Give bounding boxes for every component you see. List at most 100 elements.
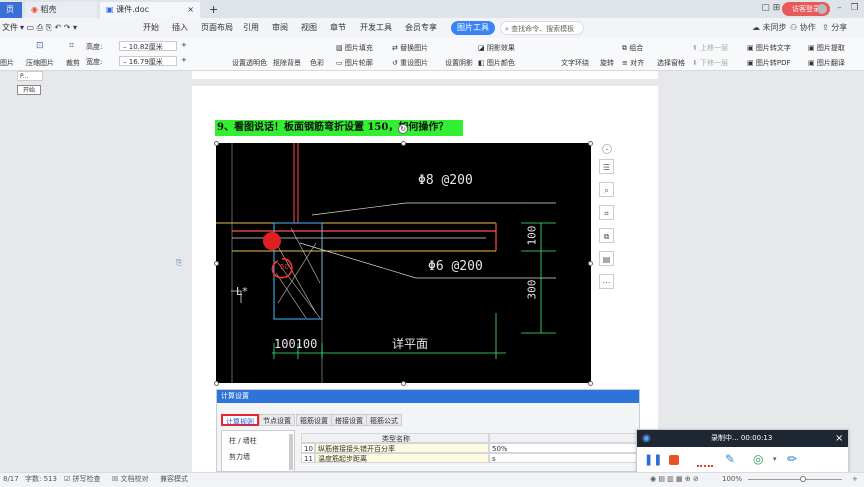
resize-handle-bc[interactable] — [401, 381, 406, 386]
pic-to-text-button[interactable]: ▣ 图片转文字 — [747, 43, 791, 53]
doc-proof-button[interactable]: ☒ 文档校对 — [112, 473, 149, 486]
tab-stirrup-formula[interactable]: 箍筋公式 — [366, 414, 402, 426]
pic-extract-button[interactable]: ▣ 图片提取 — [808, 43, 845, 53]
avatar[interactable] — [817, 4, 827, 14]
extract-text-icon[interactable]: ▤ — [599, 251, 614, 266]
cad-drawing-image[interactable]: Φ8 @200 Φ6 @200 100 300 100100 详平面 L* 50 — [216, 143, 591, 383]
menu-home[interactable]: 开始 — [143, 18, 159, 38]
send-backward-button[interactable]: ⬇ 下移一层 — [692, 58, 728, 68]
width-spinner[interactable]: – 16.79厘米 — [119, 56, 177, 66]
view-mode-icons[interactable]: ◉ ▤ ▥ ▦ ⊕ ⊘ — [650, 473, 699, 486]
command-search-input[interactable]: ⌕ 查找命令、搜索模板 — [500, 21, 584, 35]
menu-picture-tools[interactable]: 图片工具 — [451, 21, 495, 35]
zoom-in-icon[interactable]: + — [852, 473, 858, 486]
menu-references[interactable]: 引用 — [243, 18, 259, 38]
row-value[interactable]: s — [489, 453, 639, 463]
zoom-slider-thumb[interactable] — [800, 476, 806, 482]
minimize-icon[interactable]: – — [834, 3, 845, 14]
rotate-handle-icon[interactable]: ↻ — [398, 124, 408, 134]
menu-vip[interactable]: 会员专享 — [405, 18, 437, 38]
close-tab-icon[interactable]: × — [187, 2, 194, 18]
tab-node-settings[interactable]: 节点设置 — [259, 414, 295, 426]
set-shadow-button[interactable]: 设置阴影 — [445, 58, 473, 68]
bring-forward-button[interactable]: ⬆ 上移一层 — [692, 43, 728, 53]
picture-outline-button[interactable]: ▭ 图片轮廓 — [336, 58, 373, 68]
resize-handle-tl[interactable] — [214, 141, 219, 146]
menu-view[interactable]: 视图 — [301, 18, 317, 38]
more-options-icon[interactable]: ⋯ — [599, 274, 614, 289]
question-heading[interactable]: 9、看图说话！板面钢筋弯折设置 150，如何操作？ — [215, 120, 463, 136]
tab-home[interactable]: 页 — [0, 2, 22, 18]
rotate-button[interactable]: 旋转 — [600, 58, 614, 68]
resize-handle-ml[interactable] — [214, 261, 219, 266]
new-tab-button[interactable]: + — [203, 2, 218, 18]
tab-docer[interactable]: ◉ 稻壳 — [25, 2, 97, 18]
height-input[interactable]: – 10.82厘米 — [119, 41, 177, 51]
resize-handle-br[interactable] — [588, 381, 593, 386]
pause-icon[interactable]: ❚❚ — [644, 454, 662, 466]
open-icon[interactable]: ▾ ▭ ⎙ ⎘ ↶ ↷ ▾ — [20, 18, 77, 38]
selection-pane-button[interactable]: 选择窗格 — [657, 58, 685, 68]
tree-scrollbar[interactable] — [289, 434, 293, 470]
more-dropdown-icon[interactable]: ▾ — [773, 455, 777, 463]
height-spinner[interactable]: – 10.82厘米 — [119, 41, 177, 51]
tab-calc-rules[interactable]: 计算规则 — [221, 414, 259, 426]
picture-color-button[interactable]: ◧ 图片颜色 — [478, 58, 515, 68]
menu-insert[interactable]: 插入 — [172, 18, 188, 38]
zoom-picture-icon[interactable]: ⌕ — [599, 182, 614, 197]
picture-button[interactable]: 图片 — [0, 58, 14, 68]
zoom-level[interactable]: 100% — [722, 473, 742, 486]
resize-handle-tc[interactable] — [401, 141, 406, 146]
zoom-slider[interactable] — [748, 479, 842, 480]
menu-layout[interactable]: 页面布局 — [201, 18, 233, 38]
replace-picture-button[interactable]: ⇄ 替换图片 — [392, 43, 428, 53]
copy-picture-icon[interactable]: ⧉ — [599, 228, 614, 243]
stop-icon[interactable] — [669, 455, 679, 465]
resize-handle-bl[interactable] — [214, 381, 219, 386]
sync-status[interactable]: ☁ 未同步 — [752, 18, 787, 38]
menu-developer[interactable]: 开发工具 — [360, 18, 392, 38]
tab-stirrup-settings[interactable]: 箍筋设置 — [296, 414, 332, 426]
page-indicator[interactable]: 8/17 — [3, 473, 19, 486]
spell-check-button[interactable]: ☑ 拼写检查 — [64, 473, 101, 486]
tree-item-shear-wall[interactable]: 剪力墙 — [229, 452, 250, 462]
tab-lap-settings[interactable]: 搭接设置 — [331, 414, 367, 426]
pen-line-icon[interactable] — [697, 463, 713, 467]
draw-pen-icon[interactable]: ✏ — [787, 452, 797, 466]
layout-options-icon[interactable]: ☰ — [599, 159, 614, 174]
collapse-tools-icon[interactable]: – — [602, 144, 612, 154]
group-button[interactable]: ⧉ 组合 — [622, 43, 643, 53]
pic-translate-button[interactable]: ▣ 图片翻译 — [808, 58, 845, 68]
crop-button[interactable]: 裁剪 — [66, 58, 80, 68]
set-transparent-button[interactable]: 设置透明色 — [232, 58, 267, 68]
recorder-close-icon[interactable]: × — [835, 430, 843, 447]
menu-file[interactable]: 文件 — [2, 18, 18, 38]
word-count[interactable]: 字数: 513 — [25, 473, 57, 486]
resize-handle-tr[interactable] — [588, 141, 593, 146]
menu-chapter[interactable]: 章节 — [330, 18, 346, 38]
crop-tool-icon[interactable]: ⌗ — [599, 205, 614, 220]
align-button[interactable]: ≡ 对齐 — [622, 58, 644, 68]
width-plus[interactable]: + — [181, 56, 187, 64]
share-button[interactable]: ⇪ 分享 — [822, 18, 847, 38]
maximize-icon[interactable]: ❐ — [849, 3, 860, 14]
compress-picture-button[interactable]: 压缩图片 — [26, 58, 54, 68]
picture-fill-button[interactable]: ▨ 图片填充 — [336, 43, 373, 53]
collaborate-button[interactable]: ⚇ 协作 — [790, 18, 816, 38]
menu-review[interactable]: 审阅 — [272, 18, 288, 38]
window-layout-icon[interactable]: ▢ — [760, 3, 771, 14]
text-wrap-button[interactable]: 文字环绕 — [561, 58, 589, 68]
grid-icon[interactable]: ⊞ — [771, 3, 782, 14]
resize-handle-mr[interactable] — [588, 261, 593, 266]
color-button[interactable]: 色彩 — [310, 58, 324, 68]
reset-picture-button[interactable]: ↺ 重设图片 — [392, 58, 428, 68]
tab-document[interactable]: ▣ 课件.doc × — [100, 2, 200, 18]
row-value[interactable]: 50% — [489, 443, 639, 453]
remove-bg-button[interactable]: 抠除背景 — [273, 58, 301, 68]
height-plus[interactable]: + — [181, 41, 187, 49]
pic-to-pdf-button[interactable]: ▣ 图片转PDF — [747, 58, 790, 68]
shadow-effect-button[interactable]: ◪ 阴影效果 — [478, 43, 515, 53]
width-input[interactable]: – 16.79厘米 — [119, 56, 177, 66]
highlighter-icon[interactable]: ✎ — [725, 452, 735, 466]
tree-item-column[interactable]: 柱 / 墙柱 — [229, 436, 257, 446]
